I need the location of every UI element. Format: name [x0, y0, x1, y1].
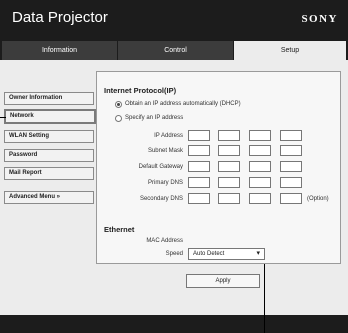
- subnet-mask-label: Subnet Mask: [147, 148, 183, 154]
- callout-line: [0, 117, 6, 118]
- footer-bar: [0, 315, 348, 333]
- sidebar-item-network[interactable]: Network: [4, 109, 96, 124]
- sidebar-item-wlan-setting[interactable]: WLAN Setting: [4, 130, 94, 143]
- apply-button[interactable]: Apply: [186, 274, 260, 288]
- speed-select-value: Auto Detect: [193, 251, 225, 257]
- secondary-dns-octet-2[interactable]: [218, 193, 240, 204]
- secondary-dns-octet-1[interactable]: [188, 193, 210, 204]
- subnet-mask-octet-1[interactable]: [188, 145, 210, 156]
- ip-address-octet-3[interactable]: [249, 130, 271, 141]
- sidebar-item-mail-report[interactable]: Mail Report: [4, 167, 94, 180]
- radio-dhcp-label: Obtain an IP address automatically (DHCP…: [125, 101, 241, 107]
- speed-select[interactable]: Auto Detect ▾: [188, 248, 265, 260]
- ip-address-octet-2[interactable]: [218, 130, 240, 141]
- sidebar-item-password[interactable]: Password: [4, 149, 94, 162]
- ip-address-octet-4[interactable]: [280, 130, 302, 141]
- default-gateway-octet-4[interactable]: [280, 161, 302, 172]
- header-bar: Data Projector SONY: [0, 0, 348, 38]
- tab-information[interactable]: Information: [2, 41, 117, 60]
- primary-dns-octet-2[interactable]: [218, 177, 240, 188]
- brand-logo: SONY: [301, 13, 338, 25]
- app-title: Data Projector: [12, 9, 108, 26]
- speed-label: Speed: [165, 251, 183, 257]
- primary-dns-octet-3[interactable]: [249, 177, 271, 188]
- tab-control[interactable]: Control: [118, 41, 233, 60]
- radio-static-ip-label: Specify an IP address: [125, 115, 184, 121]
- default-gateway-octet-3[interactable]: [249, 161, 271, 172]
- sidebar-item-advanced-menu[interactable]: Advanced Menu »: [4, 191, 94, 204]
- secondary-dns-label: Secondary DNS: [139, 196, 183, 202]
- default-gateway-octet-1[interactable]: [188, 161, 210, 172]
- tab-bar: Information Control Setup: [0, 38, 348, 60]
- default-gateway-octet-2[interactable]: [218, 161, 240, 172]
- subnet-mask-octet-2[interactable]: [218, 145, 240, 156]
- primary-dns-octet-1[interactable]: [188, 177, 210, 188]
- ip-address-label: IP Address: [154, 133, 183, 139]
- sidebar-item-owner-information[interactable]: Owner Information: [4, 92, 94, 105]
- leader-line: [264, 264, 265, 333]
- ip-heading: Internet Protocol(IP): [104, 86, 177, 95]
- mac-address-label: MAC Address: [146, 238, 183, 244]
- secondary-dns-option-note: (Option): [307, 196, 329, 202]
- tab-setup[interactable]: Setup: [234, 41, 346, 60]
- primary-dns-octet-4[interactable]: [280, 177, 302, 188]
- chevron-down-icon: ▾: [256, 250, 260, 257]
- subnet-mask-octet-4[interactable]: [280, 145, 302, 156]
- default-gateway-label: Default Gateway: [138, 164, 183, 170]
- subnet-mask-octet-3[interactable]: [249, 145, 271, 156]
- secondary-dns-octet-4[interactable]: [280, 193, 302, 204]
- primary-dns-label: Primary DNS: [147, 180, 183, 186]
- radio-dhcp[interactable]: [115, 101, 122, 108]
- radio-static-ip[interactable]: [115, 115, 122, 122]
- ethernet-heading: Ethernet: [104, 225, 135, 234]
- ip-address-octet-1[interactable]: [188, 130, 210, 141]
- secondary-dns-octet-3[interactable]: [249, 193, 271, 204]
